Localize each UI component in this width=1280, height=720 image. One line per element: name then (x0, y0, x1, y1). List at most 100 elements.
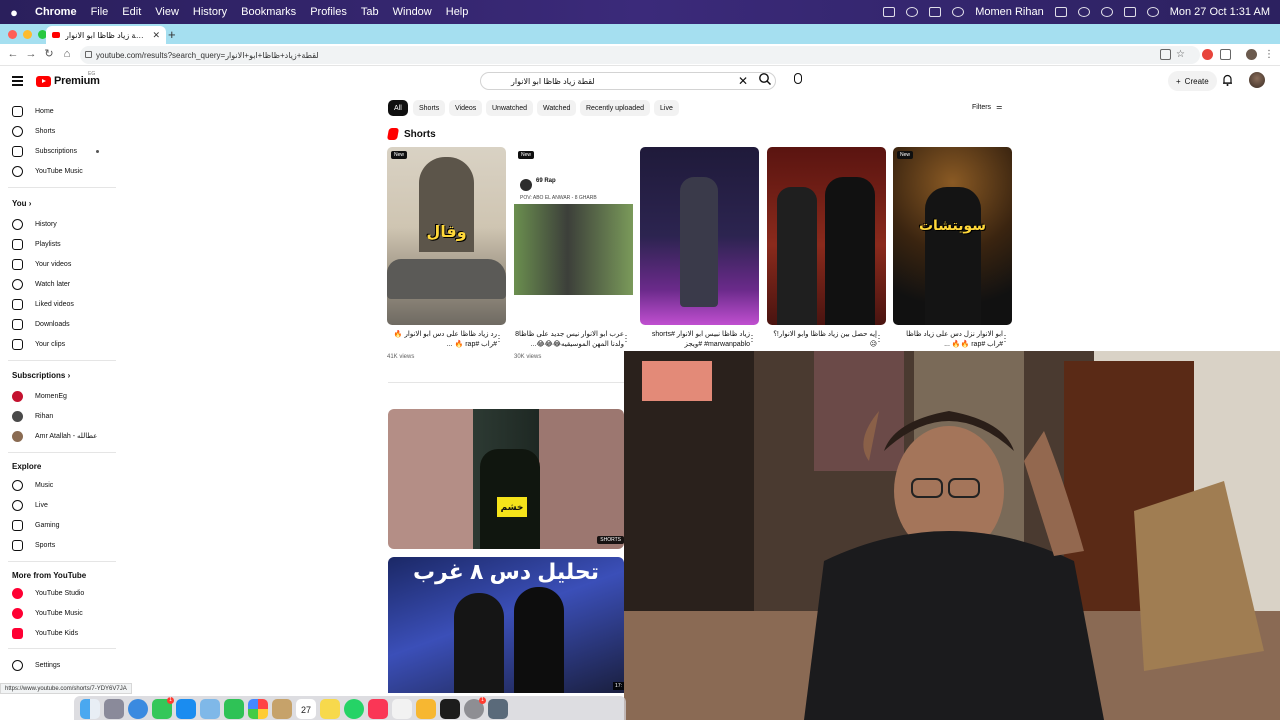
short-thumbnail[interactable]: New 69 Rap POV: ABO EL ANWAR - 8 GHARB (514, 147, 633, 325)
search-icon[interactable] (758, 72, 772, 86)
short-card[interactable]: New 69 Rap POV: ABO EL ANWAR - 8 GHARB ع… (514, 147, 633, 360)
music-dock-icon[interactable] (368, 699, 388, 719)
siri-icon[interactable] (1146, 7, 1159, 17)
menu-chrome[interactable]: Chrome (28, 6, 84, 18)
launchpad-dock-icon[interactable] (104, 699, 124, 719)
messages-dock-icon[interactable]: 1 (152, 697, 174, 719)
new-tab-button[interactable]: + (168, 27, 176, 42)
search-input[interactable]: لقطة زياد ظاظا ابو الانوار ✕ (480, 72, 776, 90)
sidebar-item-live[interactable]: Live (12, 498, 48, 512)
site-info-icon[interactable] (85, 51, 92, 58)
system-settings-dock-icon[interactable]: 1 (464, 697, 486, 719)
sidebar-item-youtube-kids[interactable]: YouTube Kids (12, 626, 78, 640)
sidebar-channel-momeneg[interactable]: MomenEg (12, 389, 67, 403)
more-actions-icon[interactable]: · · · (624, 331, 628, 346)
sidebar-item-your-videos[interactable]: Your videos (12, 257, 71, 271)
sidebar-item-subscriptions[interactable]: Subscriptions (12, 144, 77, 158)
short-title[interactable]: رد زياد ظاظا على دس ابو الانوار 🔥 #راب #… (387, 330, 497, 350)
more-actions-icon[interactable]: · · · (497, 331, 501, 346)
account-avatar[interactable] (1249, 72, 1265, 88)
volume-icon[interactable] (952, 7, 965, 17)
short-card[interactable]: New وقال رد زياد ظاظا على دس ابو الانوار… (387, 147, 506, 360)
short-title[interactable]: عرب ابو الانوار نيس جديد على ظاظا8 ولدنا… (514, 330, 624, 350)
chip-watched[interactable]: Watched (537, 100, 577, 116)
sidebar-item-watch-later[interactable]: Watch later (12, 277, 70, 291)
short-title[interactable]: ابو الانوار نزل دس على زياد ظاظا #راب #r… (893, 330, 1003, 350)
preview-dock-icon[interactable] (200, 699, 220, 719)
display-icon[interactable] (929, 7, 942, 17)
short-thumbnail[interactable] (640, 147, 759, 325)
filters-button[interactable]: Filters ⚌ (972, 103, 1002, 112)
voice-search-icon[interactable] (794, 73, 802, 84)
menu-file[interactable]: File (84, 6, 116, 18)
facetime-dock-icon[interactable] (224, 699, 244, 719)
chip-unwatched[interactable]: Unwatched (486, 100, 534, 116)
extension-record-icon[interactable] (1202, 49, 1213, 60)
install-app-icon[interactable] (1160, 49, 1171, 60)
record-icon[interactable] (906, 7, 919, 17)
sidebar-item-liked-videos[interactable]: Liked videos (12, 297, 74, 311)
sidebar-you-heading[interactable]: You › (12, 199, 31, 208)
more-actions-icon[interactable]: · · · (750, 331, 754, 346)
forward-button[interactable]: → (24, 47, 38, 61)
home-button[interactable]: ⌂ (60, 47, 74, 61)
short-card[interactable]: إيه حصل بين زياد ظاظا وابو الانوار!؟ 😥 ·… (767, 147, 886, 348)
short-thumbnail[interactable]: New سويتشات (893, 147, 1012, 325)
sidebar-item-your-clips[interactable]: Your clips (12, 337, 65, 351)
youtube-premium-logo[interactable]: Premium EG (36, 71, 100, 87)
calendar-dock-icon[interactable]: 27 (296, 699, 316, 719)
screen-icon[interactable] (883, 7, 896, 17)
photos-dock-icon[interactable] (248, 699, 268, 719)
sidebar-item-playlists[interactable]: Playlists (12, 237, 61, 251)
app-store-dock-icon[interactable] (176, 699, 196, 719)
chip-videos[interactable]: Videos (449, 100, 483, 116)
sidebar-item-youtube-music[interactable]: YouTube Music (12, 164, 83, 178)
menu-help[interactable]: Help (439, 6, 476, 18)
short-card[interactable]: New سويتشات ابو الانوار نزل دس على زياد … (893, 147, 1012, 348)
close-window-button[interactable] (8, 30, 17, 39)
sidebar-item-gaming[interactable]: Gaming (12, 518, 60, 532)
address-bar[interactable]: youtube.com/results?search_query=لقطة+زي… (80, 46, 1200, 64)
terminal-dock-icon[interactable] (440, 699, 460, 719)
sidebar-item-youtube-studio[interactable]: YouTube Studio (12, 586, 84, 600)
notes-dock-icon[interactable] (272, 699, 292, 719)
sidebar-item-settings[interactable]: Settings (12, 658, 60, 672)
reload-button[interactable]: ↻ (42, 47, 56, 61)
short-title[interactable]: زياد ظاظا نبيس ابو الانوار #shorts #marw… (640, 330, 750, 350)
battery-icon[interactable] (1054, 7, 1067, 17)
sidebar-item-sports[interactable]: Sports (12, 538, 55, 552)
chip-shorts[interactable]: Shorts (413, 100, 446, 116)
more-actions-icon[interactable]: · · · (877, 331, 881, 346)
video-result-thumbnail[interactable]: خشم SHORTS (388, 409, 624, 549)
short-thumbnail[interactable] (767, 147, 886, 325)
sidebar-item-music[interactable]: Music (12, 478, 53, 492)
close-tab-icon[interactable]: ✕ (152, 30, 160, 41)
short-thumbnail[interactable]: New وقال (387, 147, 506, 325)
screen-dock-icon[interactable] (488, 699, 508, 719)
clear-search-icon[interactable]: ✕ (738, 74, 748, 88)
spotlight-icon[interactable] (1100, 7, 1113, 17)
menu-window[interactable]: Window (386, 6, 439, 18)
sidebar-item-history[interactable]: History (12, 217, 57, 231)
sidebar-item-downloads[interactable]: Downloads (12, 317, 70, 331)
menu-edit[interactable]: Edit (115, 6, 148, 18)
reminders-dock-icon[interactable] (392, 699, 412, 719)
control-center-icon[interactable] (1123, 7, 1136, 17)
chip-recently-uploaded[interactable]: Recently uploaded (580, 100, 650, 116)
notifications-bell-icon[interactable] (1222, 74, 1233, 86)
chrome-menu-icon[interactable]: ⋮ (1264, 49, 1275, 60)
menu-tab[interactable]: Tab (354, 6, 386, 18)
user-name[interactable]: Momen Rihan (975, 6, 1043, 18)
short-card[interactable]: زياد ظاظا نبيس ابو الانوار #shorts #marw… (640, 147, 759, 348)
create-button[interactable]: + Create (1168, 71, 1217, 91)
video-result-thumbnail[interactable]: تحليل دس ٨ غرب 17: (388, 557, 624, 693)
sidebar-channel-amr-atallah[interactable]: Amr Atallah - عطالله (12, 429, 97, 443)
menu-history[interactable]: History (186, 6, 234, 18)
sketch-dock-icon[interactable] (416, 699, 436, 719)
safari-dock-icon[interactable] (128, 699, 148, 719)
menu-bookmarks[interactable]: Bookmarks (234, 6, 303, 18)
menu-view[interactable]: View (148, 6, 186, 18)
wifi-icon[interactable] (1077, 7, 1090, 17)
profile-avatar-icon[interactable] (1246, 49, 1257, 60)
bookmark-star-icon[interactable]: ☆ (1176, 49, 1187, 60)
